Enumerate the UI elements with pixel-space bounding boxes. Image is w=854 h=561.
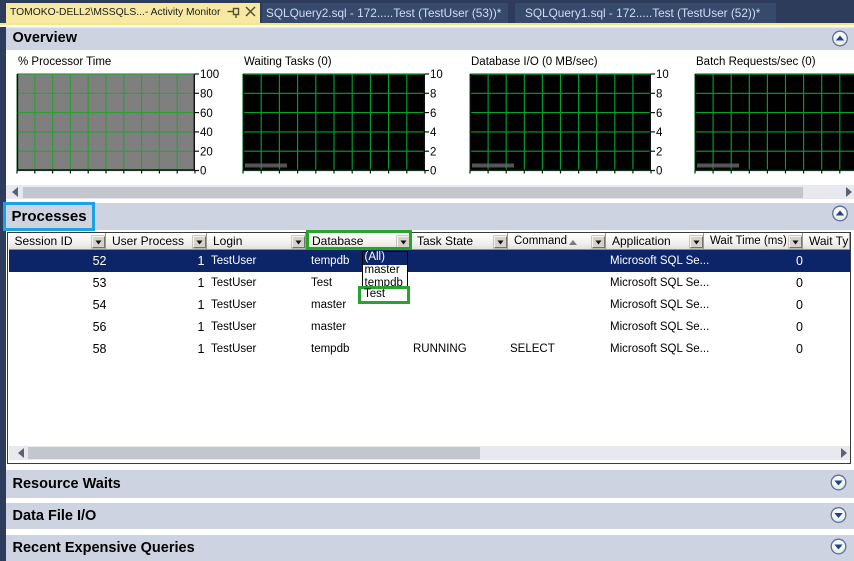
svg-text:10: 10 [430, 69, 443, 81]
svg-text:4: 4 [430, 127, 437, 139]
svg-text:20: 20 [200, 146, 213, 158]
svg-text:6: 6 [430, 107, 436, 119]
svg-text:6: 6 [656, 107, 662, 119]
svg-text:60: 60 [200, 107, 213, 119]
svg-text:8: 8 [656, 88, 662, 100]
svg-text:8: 8 [430, 88, 436, 100]
svg-text:100: 100 [200, 69, 219, 81]
svg-text:40: 40 [200, 127, 213, 139]
svg-text:80: 80 [200, 88, 213, 100]
svg-text:2: 2 [656, 146, 662, 158]
svg-text:0: 0 [200, 165, 206, 177]
svg-text:10: 10 [656, 69, 669, 81]
svg-text:0: 0 [656, 165, 662, 177]
svg-text:2: 2 [430, 146, 436, 158]
svg-text:4: 4 [656, 127, 663, 139]
svg-text:0: 0 [430, 165, 436, 177]
